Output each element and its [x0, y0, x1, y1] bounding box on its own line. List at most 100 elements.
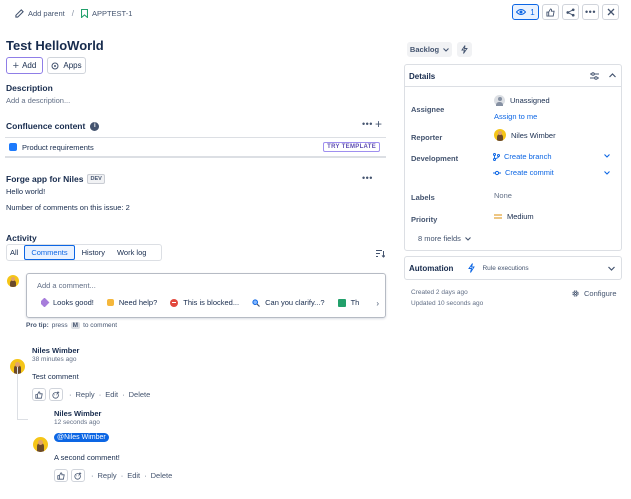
share-button[interactable]: [562, 4, 579, 20]
pro-tip-key: M: [70, 322, 81, 329]
comment-composer[interactable]: Add a comment... Looks good! Need help? …: [26, 273, 386, 318]
status-dropdown[interactable]: Backlog: [407, 42, 452, 57]
pro-tip: Pro tip: press M to comment: [26, 322, 117, 329]
configure-label: Configure: [584, 289, 617, 298]
reporter-value[interactable]: Niles Wimber: [494, 129, 556, 141]
quick-reply-clarify[interactable]: Can you clarify...?: [252, 298, 325, 307]
info-icon[interactable]: i: [90, 121, 100, 131]
dot-sep: ·: [91, 471, 94, 480]
reply-link[interactable]: Reply: [98, 471, 117, 480]
chevron-down-icon: [443, 47, 449, 52]
try-template-badge[interactable]: TRY TEMPLATE: [323, 142, 380, 152]
field-label-labels: Labels: [411, 193, 435, 202]
chevron-up-icon[interactable]: [609, 73, 616, 78]
configure-button[interactable]: Configure: [571, 289, 617, 298]
forge-more-icon[interactable]: •••: [362, 173, 373, 183]
edit-link[interactable]: Edit: [127, 471, 140, 480]
quick-reply-blocked[interactable]: This is blocked...: [170, 298, 239, 307]
priority-value[interactable]: Medium: [494, 212, 534, 221]
thread-line: [17, 365, 18, 420]
tab-comments[interactable]: Comments: [24, 245, 75, 260]
commit-chevron-down-icon[interactable]: [604, 171, 610, 175]
quick-reply-label: Looks good!: [53, 298, 94, 307]
comment-actions: · Reply · Edit · Delete: [32, 388, 150, 401]
breadcrumb: Add parent / APPTEST-1: [15, 7, 132, 19]
confluence-more-icon[interactable]: •••: [362, 119, 373, 129]
more-fields-toggle[interactable]: 8 more fields: [418, 234, 471, 243]
chevron-down-icon: [608, 266, 615, 271]
quick-reply-need-help[interactable]: Need help?: [106, 298, 157, 307]
thumbs-up-icon: [35, 390, 43, 399]
delete-link[interactable]: Delete: [129, 390, 151, 399]
comment-body: Test comment: [32, 372, 79, 381]
configure-fields-icon[interactable]: [590, 72, 599, 80]
add-parent-link[interactable]: Add parent: [28, 9, 65, 18]
automation-panel[interactable]: Automation Rule executions: [404, 256, 622, 280]
sort-icon[interactable]: [375, 249, 385, 258]
tab-history[interactable]: History: [77, 245, 110, 260]
dot-sep: ·: [120, 471, 124, 480]
quick-reply-looks-good[interactable]: Looks good!: [41, 298, 94, 307]
like-button[interactable]: [54, 469, 68, 482]
field-label-reporter: Reporter: [411, 133, 443, 142]
lightning-icon: [468, 263, 476, 273]
branch-chevron-down-icon[interactable]: [604, 154, 610, 158]
quick-reply-thanks[interactable]: Th: [337, 298, 359, 307]
add-button[interactable]: + Add: [6, 57, 43, 74]
chevron-right-icon[interactable]: ›: [376, 299, 379, 308]
create-commit-link[interactable]: Create commit: [493, 168, 554, 177]
comment-input[interactable]: Add a comment...: [37, 281, 96, 290]
tab-worklog[interactable]: Work log: [112, 245, 151, 260]
emoji-add-icon: [52, 390, 60, 399]
magnifier-icon: [252, 298, 261, 307]
document-icon: [9, 143, 17, 151]
description-placeholder[interactable]: Add a description...: [6, 96, 70, 105]
dot-sep: ·: [144, 471, 147, 480]
confluence-item-label: Product requirements: [22, 142, 94, 152]
pro-tip-suffix: to comment: [83, 322, 118, 329]
activity-tabs: All Comments History Work log: [6, 245, 151, 260]
dot-sep: ·: [122, 390, 125, 399]
comment-author[interactable]: Niles Wimber: [54, 409, 101, 418]
edit-link[interactable]: Edit: [105, 390, 118, 399]
close-button[interactable]: [602, 4, 619, 20]
description-heading: Description: [6, 83, 53, 93]
gear-icon: [571, 289, 580, 298]
created-time: Created 2 days ago: [411, 289, 468, 296]
watch-button[interactable]: 1: [512, 4, 539, 20]
tab-worklog-label: Work log: [116, 248, 147, 257]
more-actions-button[interactable]: •••: [582, 4, 599, 20]
add-reaction-button[interactable]: [49, 388, 63, 401]
details-heading[interactable]: Details: [409, 72, 435, 81]
vote-button[interactable]: [542, 4, 559, 20]
assignee-name: Unassigned: [510, 96, 550, 105]
labels-value[interactable]: None: [494, 191, 512, 200]
confluence-item[interactable]: Product requirements TRY TEMPLATE: [5, 137, 386, 158]
quick-reply-label: Can you clarify...?: [265, 298, 325, 307]
comment-time: 38 minutes ago: [32, 356, 77, 363]
status-label: Backlog: [409, 45, 440, 54]
apps-button[interactable]: Apps: [47, 57, 86, 74]
create-branch-link[interactable]: Create branch: [493, 152, 552, 161]
like-button[interactable]: [32, 388, 46, 401]
confluence-add-icon[interactable]: +: [375, 117, 382, 131]
more-icon: •••: [585, 7, 596, 17]
reply-link[interactable]: Reply: [76, 390, 95, 399]
lightning-icon: [461, 45, 468, 54]
quick-replies: Looks good! Need help? This is blocked..…: [41, 298, 379, 307]
comment-actions: · Reply · Edit · Delete: [54, 469, 172, 482]
branch-icon: [493, 152, 500, 161]
issue-key-link[interactable]: APPTEST-1: [92, 9, 132, 18]
tab-all[interactable]: All: [6, 245, 22, 260]
details-divider: [405, 86, 621, 87]
add-reaction-button[interactable]: [71, 469, 85, 482]
mention-chip[interactable]: @Niles Wimber: [54, 433, 109, 442]
assign-to-me-link[interactable]: Assign to me: [494, 112, 537, 121]
comment-author[interactable]: Niles Wimber: [32, 346, 79, 355]
delete-link[interactable]: Delete: [151, 471, 173, 480]
issue-title[interactable]: Test HelloWorld: [6, 38, 104, 53]
forge-line-1: Hello world!: [6, 187, 46, 196]
assignee-value[interactable]: Unassigned: [494, 95, 550, 106]
commit-icon: [493, 170, 501, 176]
automation-lightning-button[interactable]: [457, 42, 472, 57]
